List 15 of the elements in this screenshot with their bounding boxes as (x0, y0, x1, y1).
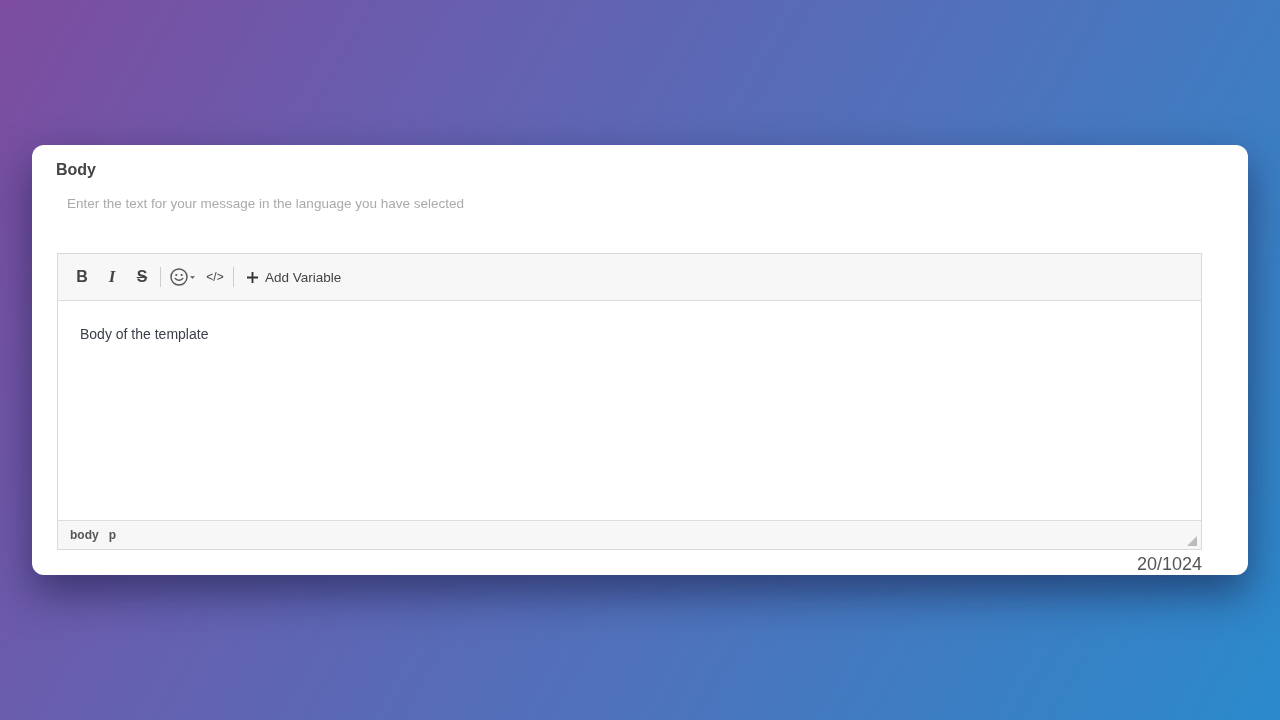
character-counter: 20/1024 (1136, 553, 1202, 575)
element-path-link[interactable]: body (70, 528, 99, 542)
element-path-link[interactable]: p (108, 528, 116, 542)
italic-button[interactable]: I (97, 263, 127, 291)
plus-icon (247, 271, 258, 283)
smiley-icon (169, 268, 188, 286)
caret-icon (189, 275, 195, 279)
add-variable-button[interactable]: Add Variable (237, 263, 348, 291)
resize-handle-icon[interactable] (1187, 536, 1197, 546)
editor-text: Body of the template (80, 326, 209, 342)
code-button[interactable]: </> (200, 263, 230, 291)
strikethrough-button[interactable]: S (127, 263, 157, 291)
field-label: Body (56, 160, 96, 180)
bold-button[interactable]: B (67, 263, 97, 291)
field-description: Enter the text for your message in the language you have selected (67, 195, 464, 213)
